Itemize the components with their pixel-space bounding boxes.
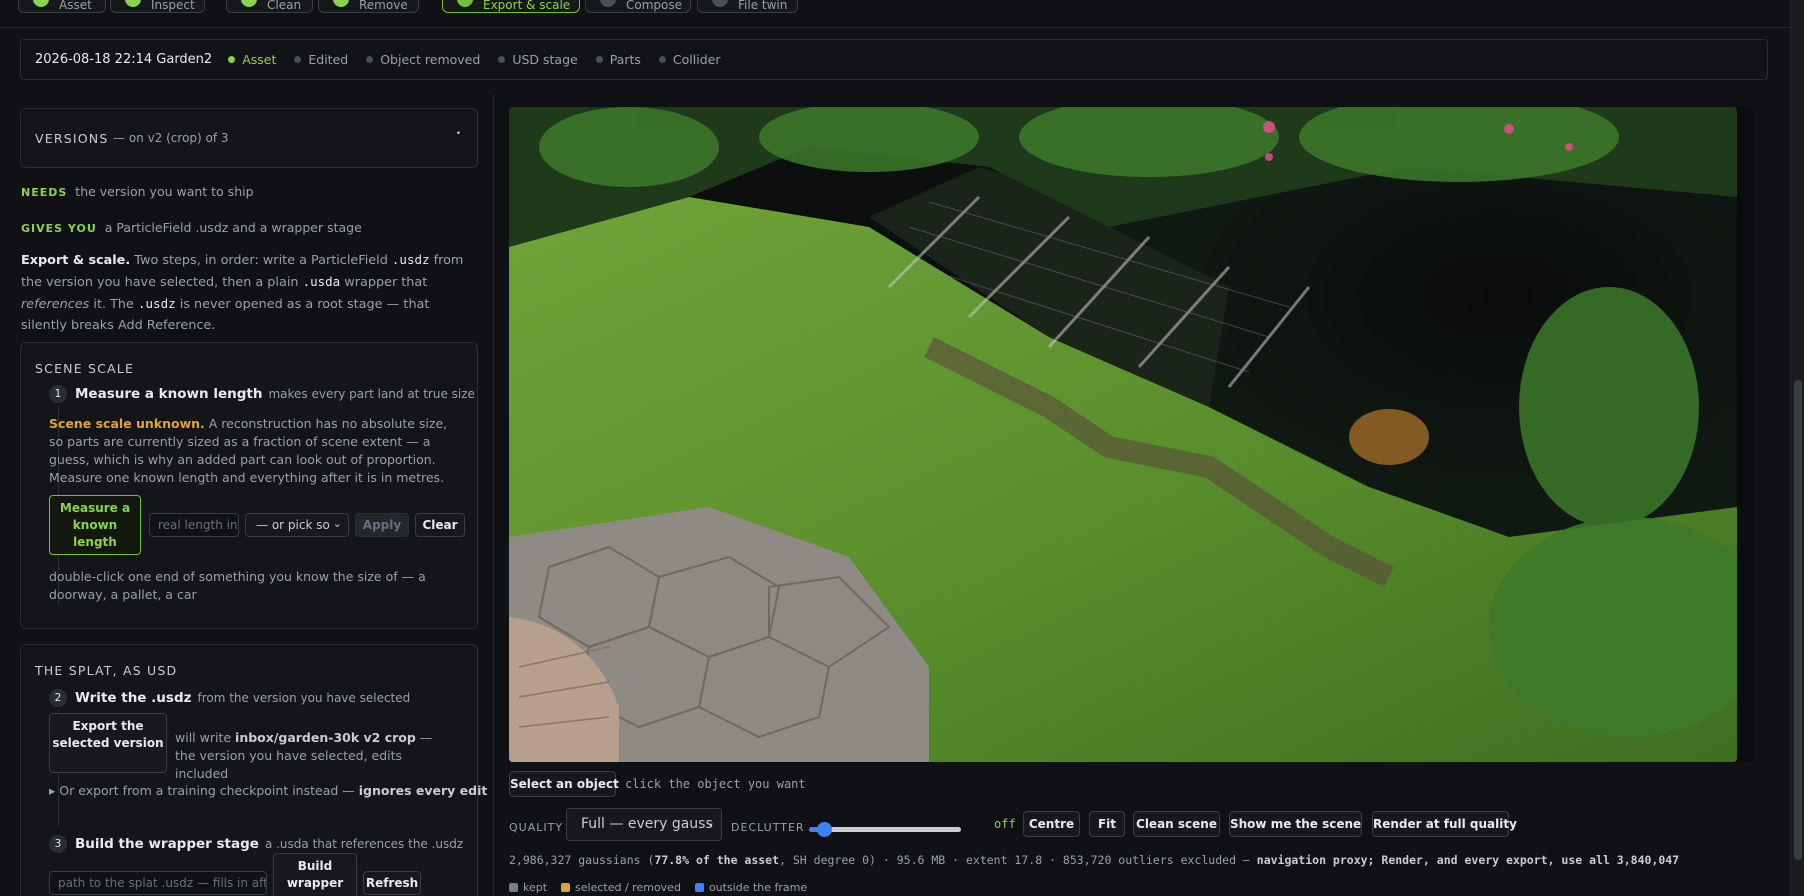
step-title: Measure a known length makes every part l… bbox=[75, 386, 475, 402]
measure-hint: double-click one end of something you kn… bbox=[49, 569, 426, 602]
versions-dropdown[interactable]: VERSIONS — on v2 (crop) of 3 • bbox=[20, 108, 478, 168]
section-title: THE SPLAT, AS USD bbox=[35, 663, 178, 678]
render-full-quality-button[interactable]: Render at full quality bbox=[1372, 811, 1517, 837]
status-dot-icon bbox=[228, 56, 236, 63]
swatch-icon bbox=[509, 883, 518, 892]
check-icon bbox=[241, 0, 257, 7]
status-dot-icon bbox=[498, 56, 506, 63]
workflow-tabs: Asset Inspect Clean Remove Export & scal… bbox=[0, 0, 1790, 28]
slider-handle[interactable] bbox=[817, 822, 833, 837]
scene-scale-card: SCENE SCALE 1 Measure a known length make… bbox=[20, 342, 478, 629]
centre-button[interactable]: Centre bbox=[1023, 811, 1080, 837]
status-chip-edited: Edited bbox=[294, 52, 348, 67]
swatch-icon bbox=[561, 883, 571, 892]
measure-known-length-button[interactable]: Measure a known length bbox=[49, 495, 141, 555]
clean-scene-button[interactable]: Clean scene bbox=[1133, 811, 1220, 837]
splat-usd-card: THE SPLAT, AS USD 2 Write the .usdz from … bbox=[20, 644, 487, 896]
step-number: 1 bbox=[49, 385, 67, 403]
page-scrollbar[interactable] bbox=[1790, 0, 1804, 896]
step-title: Build the wrapper stage a .usda that refe… bbox=[75, 836, 464, 852]
legend: kept selected / removed outside the fram… bbox=[509, 881, 807, 894]
scene-stats: 2,986,327 gaussians (77.8% of the asset,… bbox=[509, 853, 1680, 867]
checkpoint-export-toggle[interactable]: ▸ Or export from a training checkpoint i… bbox=[49, 783, 487, 798]
needs-row: NEEDS the version you want to ship bbox=[21, 184, 254, 199]
circle-icon bbox=[600, 0, 616, 7]
caret-icon: • bbox=[455, 129, 461, 139]
show-scene-button[interactable]: Show me the scene bbox=[1229, 811, 1362, 837]
check-icon bbox=[33, 0, 49, 7]
step-number: 3 bbox=[49, 835, 67, 853]
legend-selected-removed: selected / removed bbox=[561, 881, 681, 894]
tab-inspect[interactable]: Inspect bbox=[110, 0, 205, 13]
viewport-edge bbox=[1737, 107, 1753, 762]
check-icon bbox=[333, 0, 349, 7]
export-selected-version-button[interactable]: Export the selected version bbox=[49, 713, 167, 773]
step-title: Write the .usdz from the version you have… bbox=[75, 690, 411, 706]
asset-status-bar: 2026-08-18 22:14 Garden2 Asset Edited Ob… bbox=[20, 39, 1768, 80]
declutter-label: DECLUTTER bbox=[731, 821, 805, 834]
refresh-button[interactable]: Refresh bbox=[363, 871, 421, 895]
quality-label: QUALITY bbox=[509, 821, 564, 834]
status-chip-asset: Asset bbox=[228, 52, 276, 67]
real-length-input[interactable]: real length in m bbox=[149, 513, 239, 537]
select-object-button[interactable]: Select an object bbox=[509, 771, 619, 797]
select-hint: click the object you want bbox=[625, 777, 806, 791]
build-wrapper-button[interactable]: Build wrapper bbox=[273, 853, 357, 896]
clear-button[interactable]: Clear bbox=[415, 513, 465, 537]
gives-row: GIVES YOU a ParticleField .usdz and a wra… bbox=[21, 220, 362, 235]
legend-outside-frame: outside the frame bbox=[694, 881, 807, 894]
tab-export-scale[interactable]: Export & scale bbox=[442, 0, 580, 13]
status-chip-collider: Collider bbox=[658, 52, 720, 67]
fit-button[interactable]: Fit bbox=[1089, 811, 1125, 837]
legend-kept: kept bbox=[509, 881, 547, 894]
tab-file-twin[interactable]: File twin bbox=[697, 0, 798, 13]
export-target-text: will write inbox/garden-30k v2 crop — th… bbox=[175, 730, 433, 781]
asset-title: 2026-08-18 22:14 Garden2 bbox=[35, 52, 213, 67]
garden-scene-render bbox=[509, 107, 1737, 762]
declutter-slider[interactable] bbox=[809, 819, 961, 839]
check-icon bbox=[457, 0, 473, 7]
tab-compose[interactable]: Compose bbox=[585, 0, 691, 13]
tab-clean[interactable]: Clean bbox=[226, 0, 313, 13]
status-chip-object-removed: Object removed bbox=[366, 52, 480, 67]
status-dot-icon bbox=[366, 56, 374, 63]
panel-divider bbox=[493, 94, 494, 896]
status-dot-icon bbox=[595, 56, 603, 63]
declutter-state: off bbox=[994, 817, 1016, 831]
status-chip-parts: Parts bbox=[595, 52, 641, 67]
section-title: SCENE SCALE bbox=[35, 361, 135, 376]
swatch-icon bbox=[694, 883, 704, 892]
apply-button[interactable]: Apply bbox=[355, 513, 409, 537]
versions-summary: — on v2 (crop) of 3 bbox=[113, 131, 229, 145]
usdz-path-input[interactable]: path to the splat .usdz — fills in after… bbox=[49, 871, 267, 895]
step-number: 2 bbox=[49, 689, 67, 707]
chevron-down-icon: ⌄ bbox=[705, 816, 715, 829]
intro-text: Export & scale. Two steps, in order: wri… bbox=[21, 252, 464, 333]
status-dot-icon bbox=[294, 56, 302, 63]
check-icon bbox=[125, 0, 141, 7]
tab-remove[interactable]: Remove bbox=[318, 0, 419, 13]
export-panel: VERSIONS — on v2 (crop) of 3 • NEEDS the … bbox=[0, 94, 490, 896]
chevron-down-icon: ⌄ bbox=[332, 517, 342, 530]
scale-warning: Scene scale unknown. A reconstruction ha… bbox=[49, 416, 448, 485]
scene-viewport[interactable] bbox=[509, 107, 1737, 762]
pick-length-select[interactable]: — or pick so ⌄ bbox=[245, 513, 349, 537]
scrollbar-thumb[interactable] bbox=[1794, 380, 1802, 860]
status-dot-icon bbox=[658, 56, 666, 63]
status-chip-usd-stage: USD stage bbox=[498, 52, 578, 67]
tab-asset[interactable]: Asset bbox=[18, 0, 106, 13]
circle-icon bbox=[712, 0, 728, 7]
quality-select[interactable]: Full — every gauss ⌄ bbox=[566, 808, 722, 841]
